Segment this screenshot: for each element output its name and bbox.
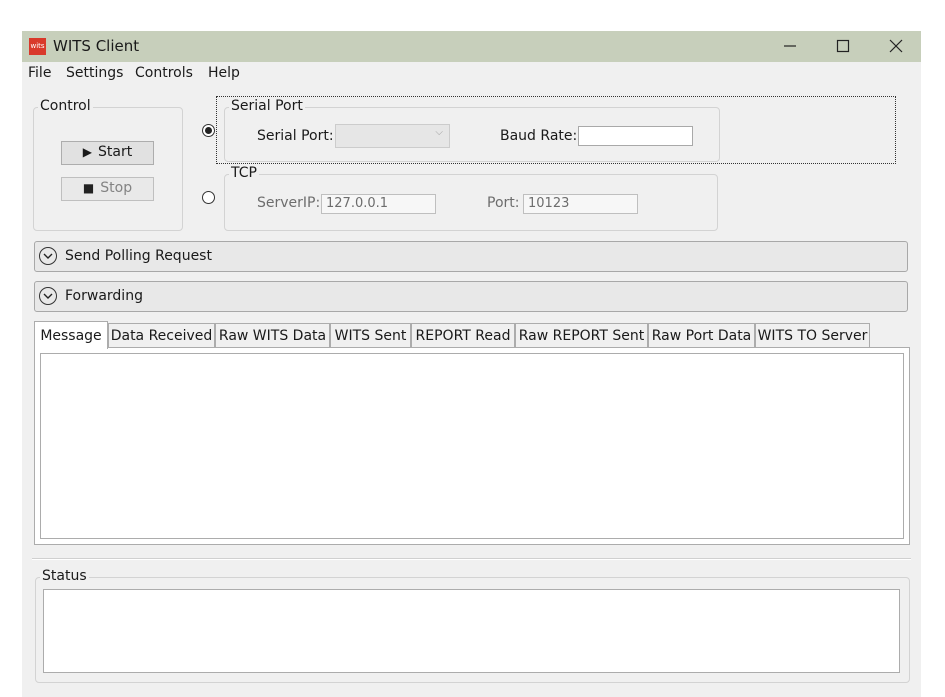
app-window: wits WITS Client File Settings Controls … [22,31,921,697]
window-title: WITS Client [53,37,140,55]
start-button-label: Start [98,144,133,160]
send-polling-request-expander[interactable]: Send Polling Request [34,241,908,272]
tab-wits-to-server[interactable]: WITS TO Server [755,323,870,347]
expand-chevron-icon [39,287,57,305]
minimize-icon [784,45,796,47]
menu-help[interactable]: Help [208,65,240,81]
play-icon: ▶ [82,145,93,159]
message-tab-panel [34,347,910,545]
tab-raw-report-sent[interactable]: Raw REPORT Sent [515,323,648,347]
control-group: Control ▶ Start ■ Stop [33,98,183,231]
close-button[interactable] [873,31,919,62]
status-group: Status [35,568,910,683]
status-group-title: Status [40,568,89,584]
maximize-button[interactable] [820,31,866,62]
serial-port-combobox[interactable]: ⌵ [335,124,450,148]
tab-message[interactable]: Message [34,321,108,349]
tab-wits-sent[interactable]: WITS Sent [330,323,411,347]
maximize-icon [836,39,850,53]
expand-chevron-icon [39,247,57,265]
splitter[interactable] [32,558,911,560]
tab-raw-port-data[interactable]: Raw Port Data [648,323,755,347]
baud-rate-input[interactable] [578,126,693,146]
menu-controls[interactable]: Controls [135,65,193,81]
control-group-title: Control [38,98,93,114]
tab-data-received[interactable]: Data Received [108,323,215,347]
tcp-port-input[interactable]: 10123 [523,194,638,214]
serial-port-label: Serial Port: [257,128,334,144]
start-button[interactable]: ▶ Start [61,141,154,165]
menu-file[interactable]: File [28,65,51,81]
tab-report-read[interactable]: REPORT Read [411,323,515,347]
chevron-down-icon: ⌵ [435,127,443,138]
serial-port-group-title: Serial Port [229,98,305,114]
message-textbox[interactable] [40,353,904,539]
serial-port-group: Serial Port Serial Port: ⌵ Baud Rate: [224,98,720,162]
forwarding-label: Forwarding [65,288,143,304]
tcp-group-title: TCP [229,165,259,181]
send-polling-request-label: Send Polling Request [65,248,212,264]
server-ip-input[interactable]: 127.0.0.1 [321,194,436,214]
forwarding-expander[interactable]: Forwarding [34,281,908,312]
baud-rate-label: Baud Rate: [500,128,578,144]
app-logo-icon: wits [29,38,46,55]
minimize-button[interactable] [767,31,813,62]
menu-bar: File Settings Controls Help [22,62,921,86]
tab-raw-wits-data[interactable]: Raw WITS Data [215,323,330,347]
tcp-group: TCP ServerIP: 127.0.0.1 Port: 10123 [224,165,718,231]
server-ip-label: ServerIP: [257,195,321,211]
menu-settings[interactable]: Settings [66,65,123,81]
close-icon [889,39,903,53]
tcp-radio[interactable] [202,191,215,204]
stop-button-label: Stop [100,180,133,196]
status-textbox[interactable] [43,589,900,673]
title-bar[interactable]: wits WITS Client [22,31,921,62]
stop-icon: ■ [82,181,95,195]
stop-button[interactable]: ■ Stop [61,177,154,201]
serial-port-radio[interactable] [202,124,215,137]
tcp-port-label: Port: [487,195,520,211]
app-logo-text: wits [30,42,45,50]
